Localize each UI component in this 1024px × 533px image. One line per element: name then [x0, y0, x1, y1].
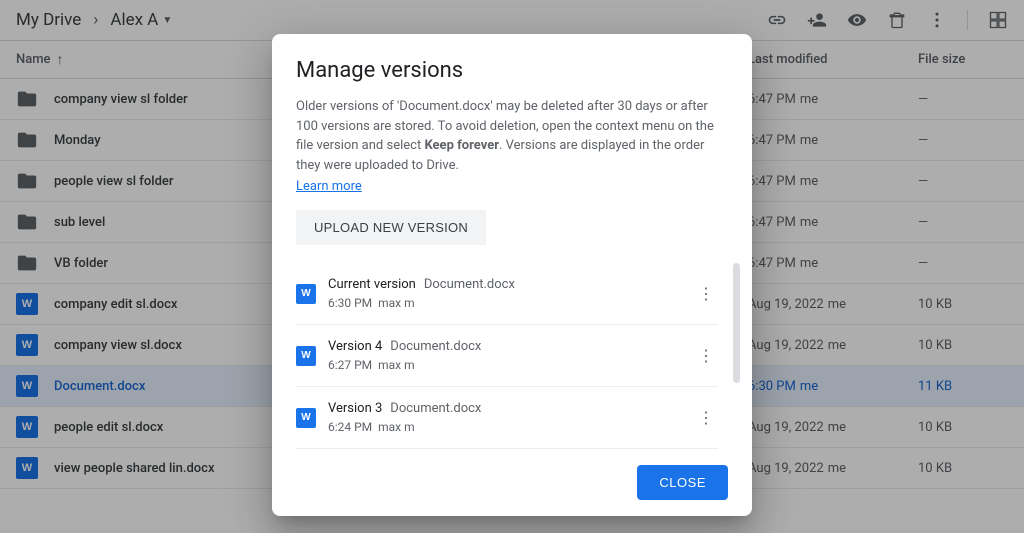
dialog-title: Manage versions	[296, 58, 728, 83]
version-time: 6:27 PM	[328, 358, 372, 372]
version-filename: Document.docx	[390, 339, 481, 354]
learn-more-link[interactable]: Learn more	[296, 179, 728, 194]
version-menu-button[interactable]: ⋮	[694, 408, 718, 427]
version-menu-button[interactable]: ⋮	[694, 284, 718, 303]
version-label: Version 4	[328, 339, 382, 354]
scrollbar-thumb[interactable]	[733, 263, 740, 383]
version-item: W Current version Document.docx 6:30 PM max…	[296, 263, 718, 325]
version-menu-button[interactable]: ⋮	[694, 346, 718, 365]
version-item: W Version 3 Document.docx 6:24 PM max m ⋮	[296, 387, 718, 449]
version-item: W Version 4 Document.docx 6:27 PM max m ⋮	[296, 325, 718, 387]
word-doc-icon: W	[296, 346, 316, 366]
version-by: max m	[378, 296, 415, 310]
version-label: Current version	[328, 277, 416, 292]
version-label: Version 3	[328, 401, 382, 416]
version-filename: Document.docx	[424, 277, 515, 292]
version-time: 6:30 PM	[328, 296, 372, 310]
word-doc-icon: W	[296, 408, 316, 428]
word-doc-icon: W	[296, 284, 316, 304]
manage-versions-dialog: Manage versions Older versions of 'Docum…	[272, 34, 752, 516]
close-button[interactable]: CLOSE	[637, 465, 728, 500]
version-time: 6:24 PM	[328, 420, 372, 434]
version-filename: Document.docx	[390, 401, 481, 416]
version-by: max m	[378, 420, 415, 434]
dialog-description: Older versions of 'Document.docx' may be…	[296, 97, 728, 175]
version-by: max m	[378, 358, 415, 372]
upload-new-version-button[interactable]: UPLOAD NEW VERSION	[296, 210, 486, 245]
version-list: W Current version Document.docx 6:30 PM max…	[296, 263, 728, 449]
